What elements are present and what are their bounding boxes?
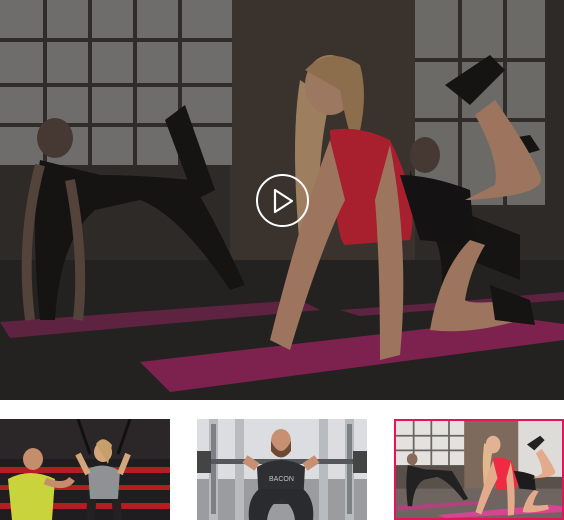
video-player[interactable] (0, 0, 564, 400)
thumbnail-image (396, 421, 562, 518)
thumbnail-image: BACON (197, 419, 367, 520)
svg-text:BACON: BACON (269, 476, 294, 483)
play-icon (273, 188, 293, 213)
video-thumbnail-3-selected[interactable] (394, 419, 564, 520)
thumbnail-image (0, 419, 170, 520)
video-thumbnail-2[interactable]: BACON (197, 419, 367, 520)
play-button[interactable] (256, 174, 309, 227)
video-thumbnail-1[interactable] (0, 419, 170, 520)
